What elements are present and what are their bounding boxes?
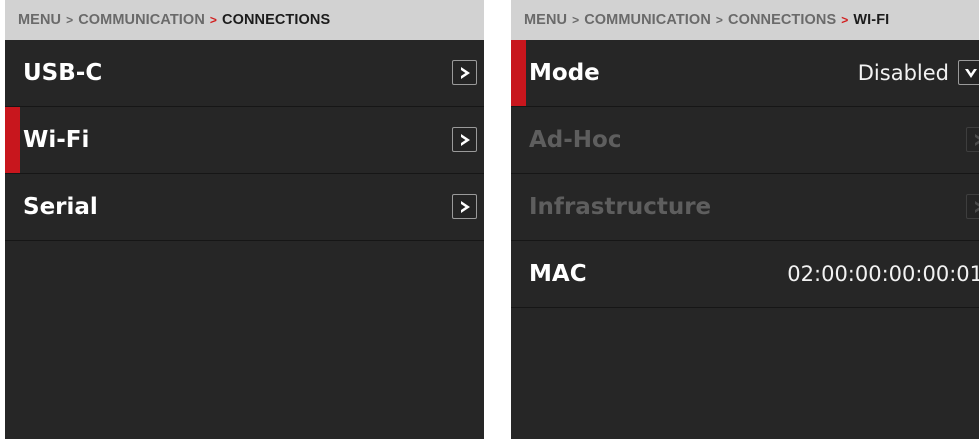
menu-row-label: Serial	[23, 194, 98, 220]
chevron-down-icon[interactable]	[958, 60, 979, 85]
breadcrumb: MENU > COMMUNICATION > CONNECTIONS > WI-…	[511, 0, 979, 40]
mode-value[interactable]: Disabled	[858, 40, 949, 106]
wifi-panel: MENU > COMMUNICATION > CONNECTIONS > WI-…	[511, 0, 979, 439]
breadcrumb-separator-icon: >	[66, 13, 74, 27]
breadcrumb-item-communication[interactable]: COMMUNICATION	[78, 12, 205, 28]
chevron-right-icon	[966, 127, 979, 152]
menu-row-label: USB-C	[23, 60, 103, 86]
setting-row-mode[interactable]: Mode Disabled	[511, 40, 979, 107]
setting-label: MAC	[529, 261, 587, 287]
setting-row-ad-hoc: Ad-Hoc	[511, 107, 979, 174]
breadcrumb-separator-icon: >	[572, 13, 580, 27]
breadcrumb-item-communication[interactable]: COMMUNICATION	[584, 12, 711, 28]
chevron-right-icon[interactable]	[452, 60, 477, 85]
menu-row-serial[interactable]: Serial	[5, 174, 484, 241]
breadcrumb-item-menu[interactable]: MENU	[18, 12, 61, 28]
breadcrumb: MENU > COMMUNICATION > CONNECTIONS	[5, 0, 484, 40]
setting-label: Infrastructure	[529, 194, 712, 220]
connections-panel: MENU > COMMUNICATION > CONNECTIONS USB-C…	[5, 0, 484, 439]
breadcrumb-separator-active-icon: >	[841, 13, 849, 27]
chevron-right-icon[interactable]	[452, 127, 477, 152]
menu-row-usb-c[interactable]: USB-C	[5, 40, 484, 107]
breadcrumb-item-connections: CONNECTIONS	[222, 12, 331, 28]
chevron-right-icon	[966, 194, 979, 219]
breadcrumb-separator-active-icon: >	[209, 13, 217, 27]
chevron-right-icon[interactable]	[452, 194, 477, 219]
setting-label: Mode	[529, 60, 600, 86]
setting-label: Ad-Hoc	[529, 127, 622, 153]
menu-row-wifi[interactable]: Wi-Fi	[5, 107, 484, 174]
mac-address-value: 02:00:00:00:00:01	[787, 262, 979, 286]
setting-row-mac: MAC 02:00:00:00:00:01	[511, 241, 979, 308]
breadcrumb-item-connections[interactable]: CONNECTIONS	[728, 12, 836, 28]
menu-row-label: Wi-Fi	[23, 127, 90, 153]
breadcrumb-item-menu[interactable]: MENU	[524, 12, 567, 28]
breadcrumb-item-wifi: WI-FI	[853, 12, 890, 28]
setting-row-infrastructure: Infrastructure	[511, 174, 979, 241]
breadcrumb-separator-icon: >	[715, 13, 723, 27]
